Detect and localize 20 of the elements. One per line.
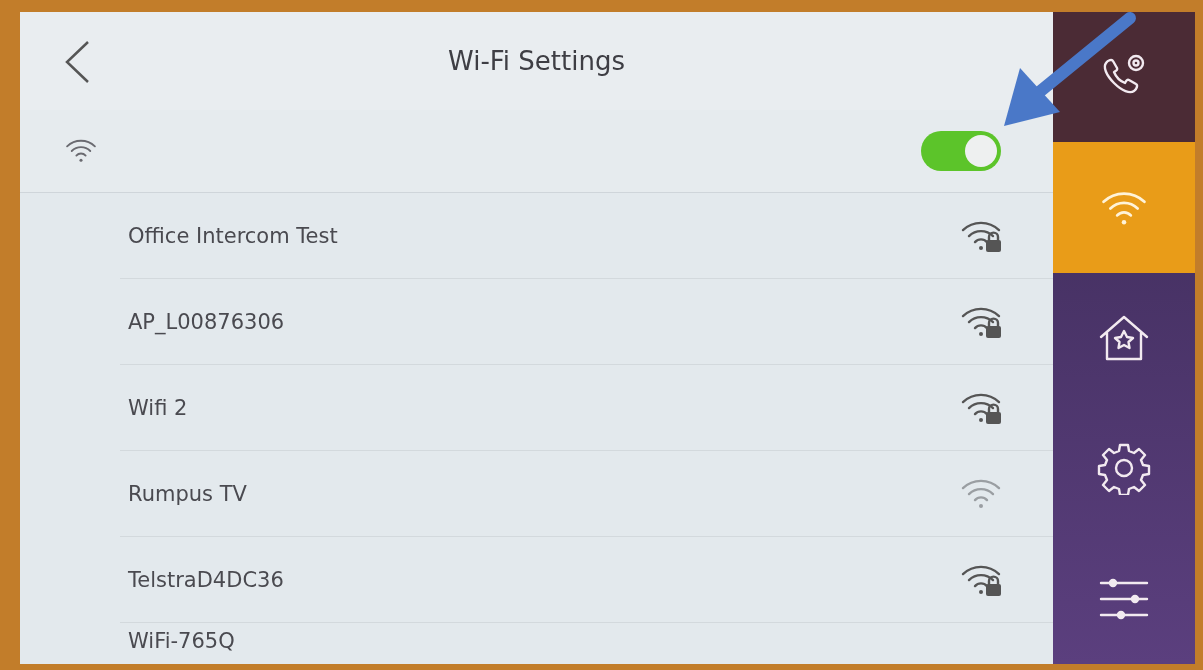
network-name: Wifi 2 — [128, 395, 188, 420]
network-row[interactable]: Wifi 2 — [120, 365, 1053, 451]
network-name: WiFi-765Q — [128, 629, 235, 653]
network-name: AP_L00876306 — [128, 309, 285, 334]
network-name: Rumpus TV — [128, 481, 247, 506]
network-row[interactable]: TelstraD4DC36 — [120, 537, 1053, 623]
back-chevron-icon[interactable] — [64, 40, 90, 84]
network-name: TelstraD4DC36 — [128, 567, 284, 592]
sliders-icon — [1099, 576, 1149, 621]
sidebar-tab[interactable] — [1053, 12, 1195, 143]
window-title: Wi-Fi Settings — [448, 46, 625, 76]
network-row[interactable]: Office Intercom Test — [120, 193, 1053, 279]
network-row[interactable]: WiFi-765Q — [120, 623, 1053, 664]
home-star-icon — [1097, 313, 1151, 363]
network-name: Office Intercom Test — [128, 223, 338, 248]
network-row[interactable]: AP_L00876306 — [120, 279, 1053, 365]
network-row[interactable]: Rumpus TV — [120, 451, 1053, 537]
settings-icon — [1097, 441, 1151, 496]
wifi-toggle[interactable] — [921, 131, 1001, 171]
wifi-icon — [64, 137, 98, 165]
